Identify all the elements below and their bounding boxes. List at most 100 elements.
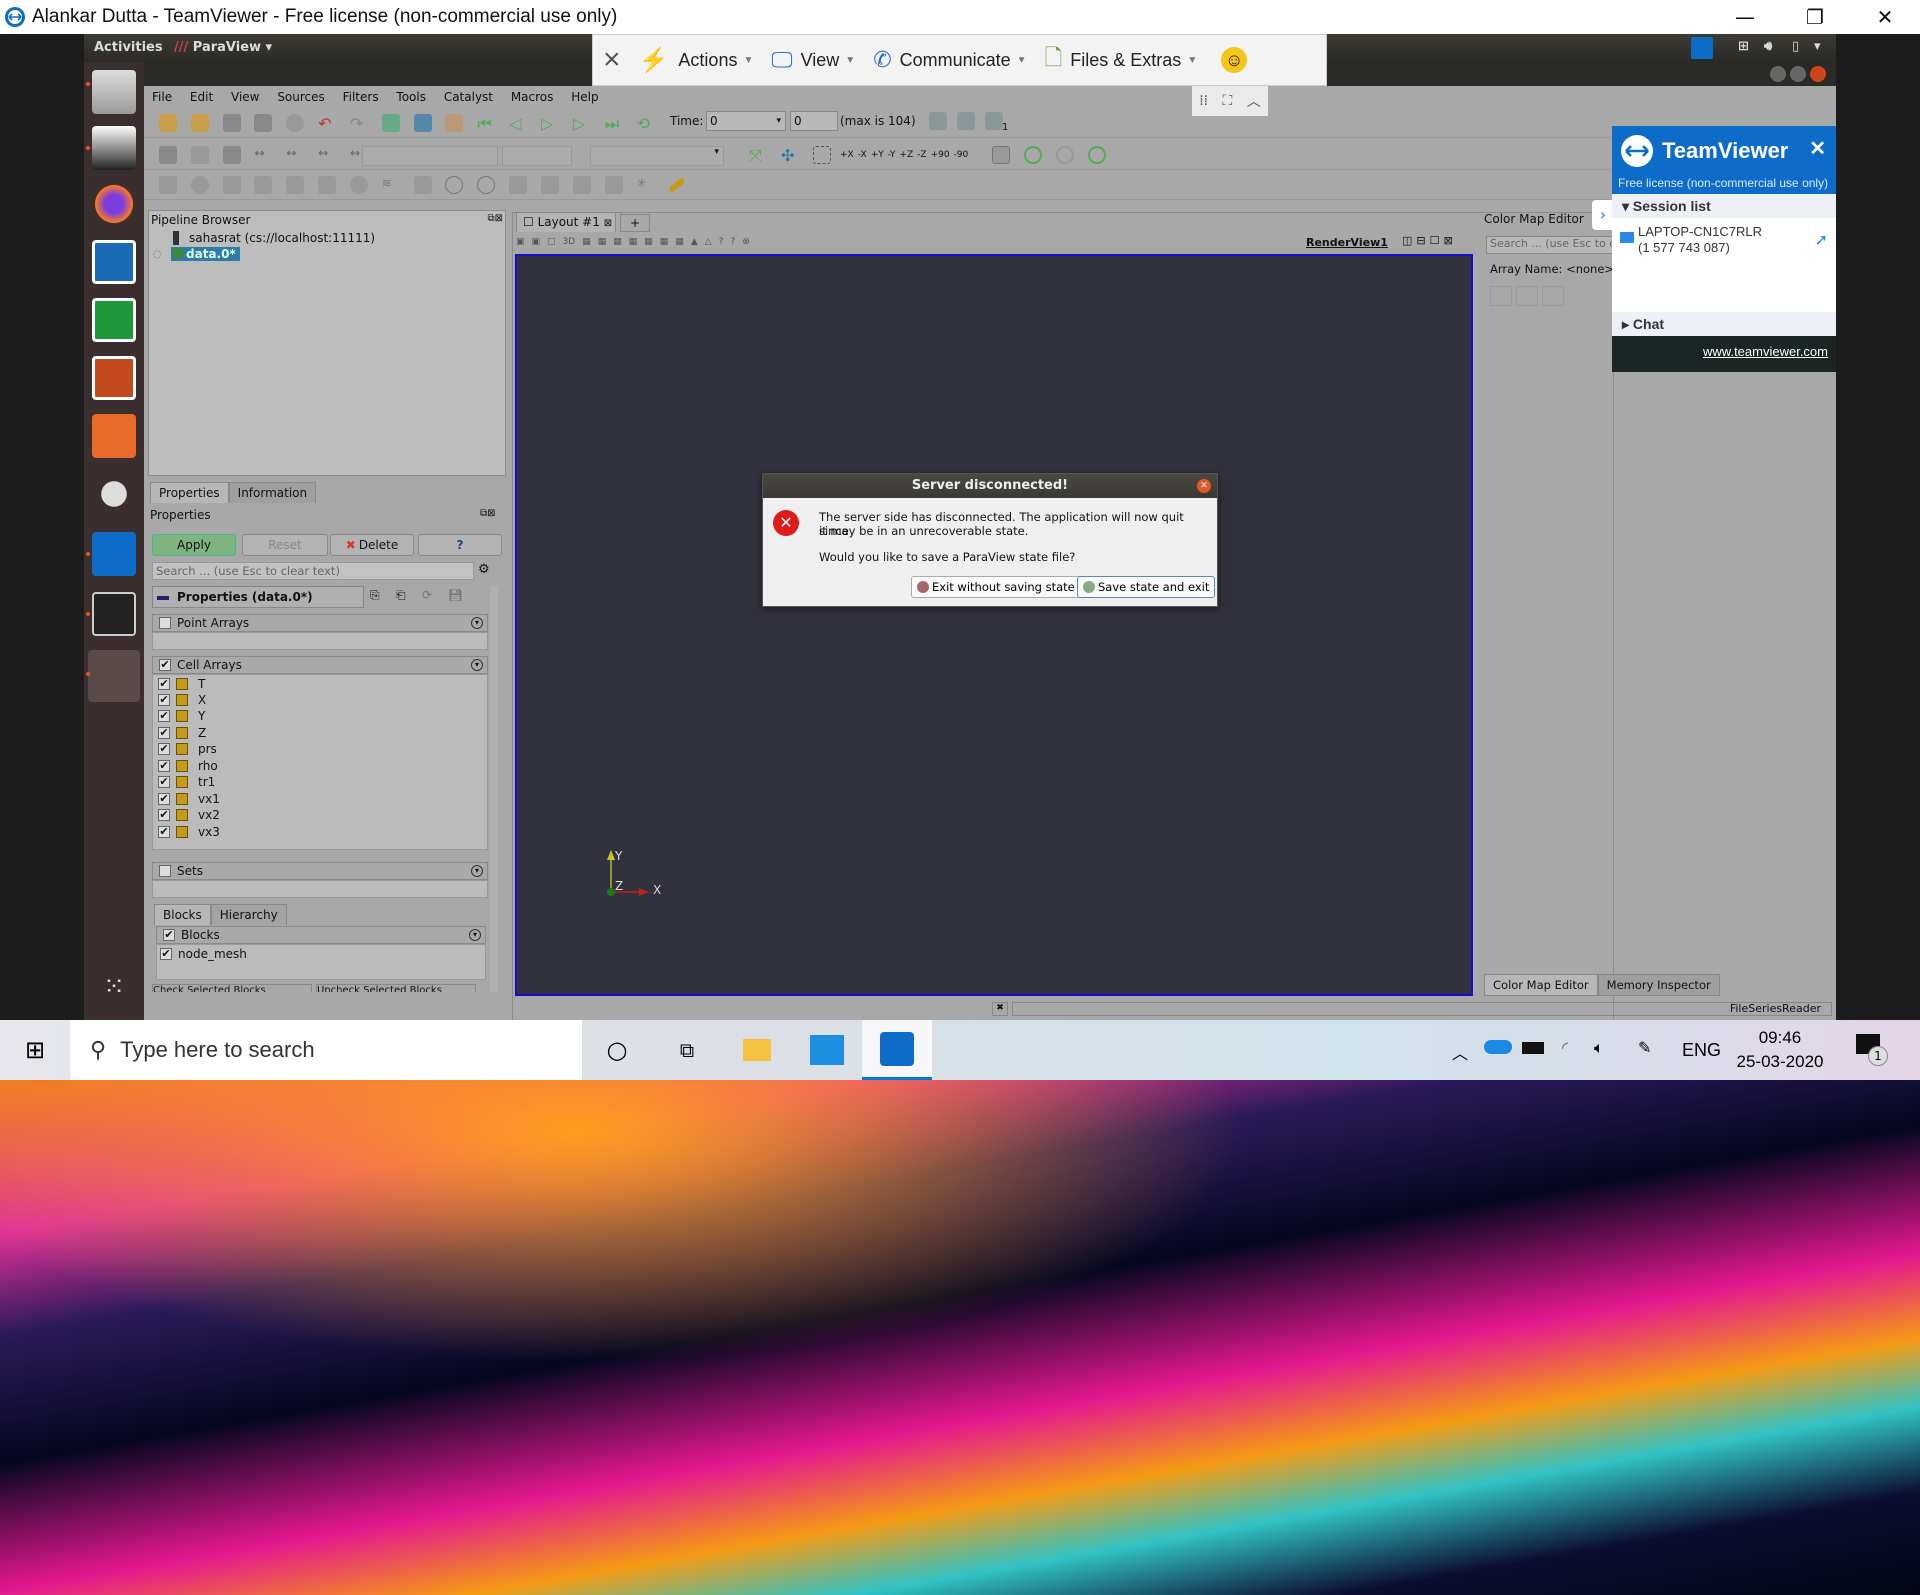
close-tab-icon[interactable]: ⊠ bbox=[604, 218, 612, 229]
minimize-button[interactable]: — bbox=[1710, 0, 1780, 34]
sort-icon[interactable]: ▾ bbox=[471, 617, 483, 629]
session-list-header[interactable]: ▾ Session list bbox=[1612, 194, 1836, 218]
properties-section-header[interactable]: Properties (data.0*) bbox=[152, 586, 364, 608]
plot-over-time-icon[interactable] bbox=[604, 176, 623, 194]
save-state-and-exit-button[interactable]: Save state and exit bbox=[1077, 576, 1216, 598]
hover-points-icon[interactable]: ? bbox=[719, 237, 724, 247]
interactive-select-icon[interactable]: ▦ bbox=[644, 237, 653, 247]
activities-button[interactable]: Activities bbox=[94, 40, 163, 55]
restore-defaults-icon[interactable]: ⟳ bbox=[422, 588, 432, 602]
warp-icon[interactable] bbox=[413, 176, 432, 194]
onedrive-icon[interactable] bbox=[1484, 1040, 1512, 1054]
panel-collapse-chevron-icon[interactable]: › bbox=[1592, 200, 1614, 230]
menu-filters[interactable]: Filters bbox=[343, 90, 379, 104]
load-state-icon[interactable] bbox=[190, 114, 209, 132]
feedback-smiley-icon[interactable]: ☺ bbox=[1221, 47, 1248, 73]
pv-minimize-button[interactable] bbox=[1770, 66, 1786, 82]
rotate-plus-90-button[interactable]: +90 bbox=[931, 150, 950, 160]
dock-software-icon[interactable] bbox=[92, 414, 136, 458]
menu-catalyst[interactable]: Catalyst bbox=[444, 90, 493, 104]
volume-icon[interactable]: 🔈︎ bbox=[1594, 1038, 1604, 1058]
sort-icon[interactable]: ▾ bbox=[471, 865, 483, 877]
calculator-icon[interactable] bbox=[159, 176, 177, 194]
check-selected-blocks-button[interactable]: Check Selected Blocks bbox=[152, 984, 312, 992]
battery-icon[interactable] bbox=[1522, 1042, 1544, 1054]
taskbar-search-box[interactable]: ⚲ Type here to search bbox=[70, 1020, 582, 1080]
threshold-icon[interactable] bbox=[286, 176, 305, 194]
drag-grip-icon[interactable]: ⁞⁞ bbox=[1199, 93, 1208, 109]
menu-sources[interactable]: Sources bbox=[277, 90, 324, 104]
view-plus-x-button[interactable]: +X bbox=[840, 150, 854, 160]
tv-panel-close-icon[interactable]: ✕ bbox=[1809, 136, 1826, 161]
open-preset-icon[interactable] bbox=[1542, 286, 1564, 306]
cell-array-item[interactable]: ✔ tr1 bbox=[158, 774, 215, 790]
palette-icon[interactable] bbox=[445, 114, 464, 132]
paste-icon[interactable]: ⎗ bbox=[396, 588, 406, 603]
component-select[interactable] bbox=[502, 146, 572, 166]
split-vertical-icon[interactable]: ⊟ bbox=[1416, 234, 1425, 247]
slice-icon[interactable] bbox=[254, 176, 273, 194]
pv-maximize-button[interactable] bbox=[1790, 66, 1806, 82]
block-item[interactable]: ✔ node_mesh bbox=[160, 946, 247, 962]
session-name[interactable]: LAPTOP-CN1C7RLR bbox=[1638, 224, 1762, 239]
glyph-icon[interactable] bbox=[349, 176, 368, 194]
tab-hierarchy[interactable]: Hierarchy bbox=[210, 904, 287, 925]
cell-array-item[interactable]: ✔ vx2 bbox=[158, 807, 220, 823]
maximize-view-icon[interactable]: ☐ bbox=[1430, 234, 1440, 247]
properties-search-input[interactable]: Search ... (use Esc to clear text) bbox=[152, 562, 474, 580]
redo-icon[interactable]: ↷ bbox=[350, 114, 368, 133]
edit-view-icon[interactable] bbox=[929, 112, 947, 130]
tab-color-map-editor[interactable]: Color Map Editor bbox=[1484, 974, 1598, 996]
cell-array-item[interactable]: ✔ Y bbox=[158, 708, 205, 724]
mail-icon[interactable] bbox=[792, 1035, 862, 1065]
select-frustum-icon[interactable]: ▦ bbox=[613, 237, 622, 247]
show-applications-icon[interactable]: ⁙ bbox=[92, 972, 136, 1016]
actions-menu[interactable]: ⚡ Actions ▼ bbox=[639, 46, 754, 75]
cell-array-item[interactable]: ✔ Z bbox=[158, 725, 206, 741]
restore-button[interactable]: ❐ bbox=[1780, 0, 1850, 34]
close-button[interactable]: ✕ bbox=[1850, 0, 1920, 34]
cell-array-item[interactable]: ✔ T bbox=[158, 676, 205, 692]
rescale-custom-icon[interactable]: ↔ bbox=[286, 146, 304, 164]
camera-undo-icon[interactable]: ▢ bbox=[547, 237, 556, 247]
rescale-temporal-icon[interactable]: ↔ bbox=[318, 146, 336, 164]
add-view-icon[interactable] bbox=[957, 112, 975, 130]
sort-icon[interactable]: ▾ bbox=[469, 929, 481, 941]
dock-firefox-icon[interactable] bbox=[92, 182, 136, 226]
teamviewer-website-link[interactable]: www.teamviewer.com bbox=[1703, 344, 1828, 359]
first-frame-icon[interactable]: ⏮ bbox=[477, 114, 495, 133]
cortana-icon[interactable]: ○ bbox=[582, 1036, 652, 1064]
undo-icon[interactable]: ↶ bbox=[318, 114, 336, 133]
ruler-icon[interactable] bbox=[668, 176, 687, 194]
menu-macros[interactable]: Macros bbox=[511, 90, 554, 104]
tab-properties[interactable]: Properties bbox=[150, 482, 229, 503]
delete-button[interactable]: ✖ Delete bbox=[330, 534, 414, 556]
cell-array-item[interactable]: ✔ vx3 bbox=[158, 824, 220, 840]
time-select[interactable]: 0 ▾ bbox=[706, 111, 786, 131]
tab-information[interactable]: Information bbox=[228, 482, 317, 503]
dock-teamviewer-icon[interactable] bbox=[92, 532, 136, 576]
reset-session-icon[interactable] bbox=[381, 114, 400, 132]
panel-float-close-icons[interactable]: ⧉⊠ bbox=[487, 213, 503, 224]
menu-file[interactable]: File bbox=[152, 90, 172, 104]
cell-arrays-header[interactable]: ✔ Cell Arrays ▾ bbox=[152, 656, 488, 674]
volume-icon[interactable]: 🔊︎ bbox=[1764, 39, 1772, 54]
tab-layout-1[interactable]: ☐ Layout #1 ⊠ bbox=[516, 212, 616, 232]
file-explorer-icon[interactable] bbox=[722, 1039, 792, 1061]
clock[interactable]: 09:46 25-03-2020 bbox=[1730, 1026, 1830, 1074]
point-arrays-checkbox[interactable] bbox=[159, 617, 171, 629]
rescale-icon[interactable] bbox=[1490, 286, 1512, 306]
dialog-close-button[interactable]: ✕ bbox=[1197, 479, 1211, 493]
teamviewer-taskbar-icon[interactable] bbox=[862, 1020, 932, 1080]
tab-blocks[interactable]: Blocks bbox=[154, 904, 211, 925]
reset-center-icon[interactable] bbox=[1088, 146, 1107, 164]
open-icon[interactable] bbox=[159, 114, 177, 132]
dock-calc-icon[interactable] bbox=[92, 298, 136, 342]
capture-icon[interactable]: ▣ bbox=[516, 237, 525, 247]
rescale-range-icon[interactable]: ↔ bbox=[254, 146, 272, 164]
reset-button[interactable]: Reset bbox=[242, 534, 328, 556]
disconnect-icon[interactable] bbox=[254, 114, 273, 132]
last-frame-icon[interactable]: ⏭ bbox=[605, 114, 623, 133]
blocks-checkbox[interactable]: ✔ bbox=[163, 929, 175, 941]
next-frame-icon[interactable]: ▷ bbox=[573, 114, 591, 133]
